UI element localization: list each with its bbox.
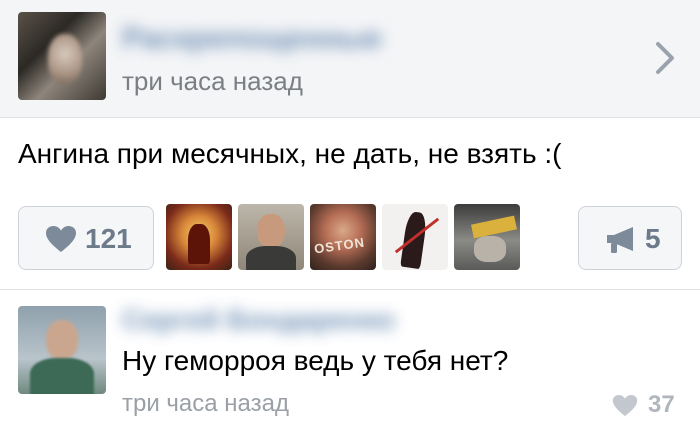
heart-icon	[612, 394, 638, 417]
heart-icon	[46, 226, 76, 252]
post-timestamp: три часа назад	[122, 66, 303, 96]
like-count: 121	[85, 223, 132, 254]
liker-avatar[interactable]	[238, 204, 304, 270]
liker-avatar[interactable]	[454, 204, 520, 270]
liker-avatar-text: OSTON	[313, 234, 366, 257]
author-avatar[interactable]	[18, 12, 106, 100]
comment-like-count: 37	[648, 391, 675, 418]
liker-avatar[interactable]: OSTON	[310, 204, 376, 270]
divider	[0, 289, 700, 290]
repost-count: 5	[645, 223, 661, 254]
commenter-name[interactable]: Сергей Бондаренко	[122, 304, 395, 336]
comment-text: Ну геморроя ведь у тебя нет?	[122, 345, 509, 376]
comment-timestamp: три часа назад	[122, 390, 289, 417]
chevron-right-icon[interactable]	[650, 36, 680, 80]
commenter-avatar[interactable]	[18, 306, 106, 394]
author-name[interactable]: Раскрепощенные	[122, 22, 382, 56]
liker-avatar[interactable]	[382, 204, 448, 270]
share-button[interactable]: 5	[578, 206, 682, 270]
post-text: Ангина при месячных, не дать, не взять :…	[18, 138, 562, 169]
liker-avatar[interactable]	[166, 204, 232, 270]
likers-list: OSTON	[166, 204, 526, 272]
megaphone-icon	[607, 227, 633, 253]
like-button[interactable]: 121	[18, 206, 154, 270]
post-header[interactable]: Раскрепощенные три часа назад	[0, 0, 700, 118]
comment-like-button[interactable]: 37	[612, 391, 682, 419]
